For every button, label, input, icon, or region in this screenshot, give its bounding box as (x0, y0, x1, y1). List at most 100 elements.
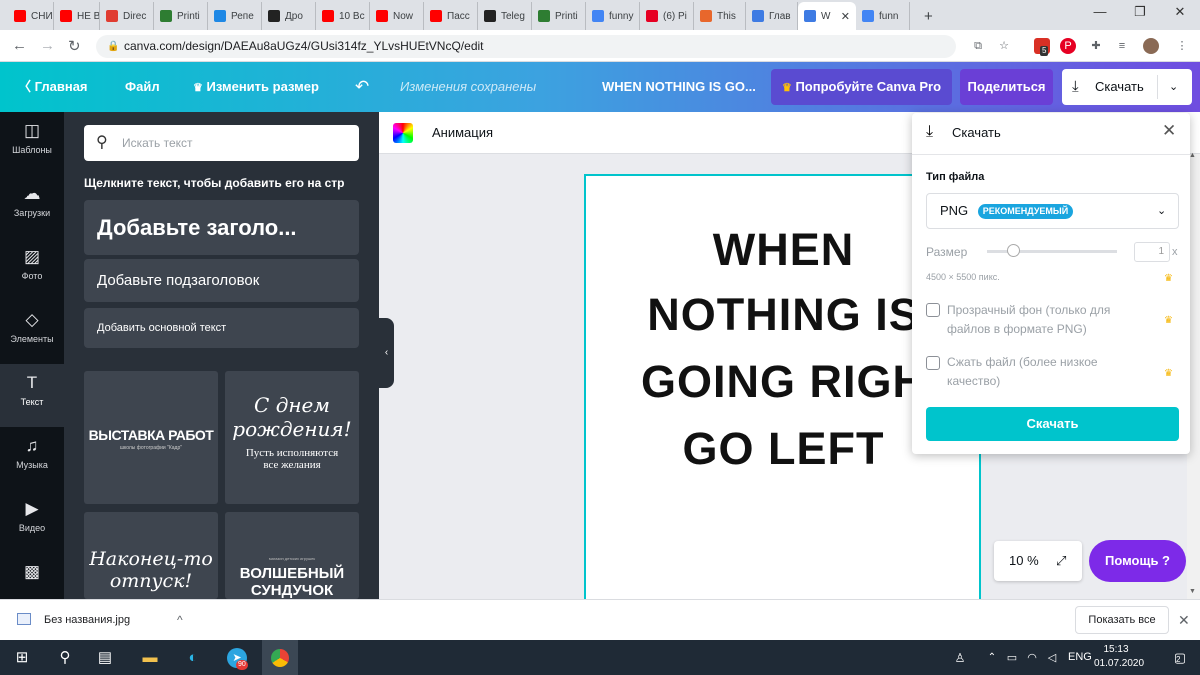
browser-tab[interactable]: funny (586, 2, 640, 30)
folder-icon[interactable]: ▬ (140, 648, 160, 668)
edge-icon[interactable]: ◐ (183, 648, 203, 668)
chevron-up-icon[interactable]: ^ (177, 600, 183, 640)
file-type-select[interactable]: PNG РЕКОМЕНДУЕМЫЙ ⌄ (926, 193, 1179, 229)
puzzle-icon[interactable]: ✚ (1088, 38, 1104, 54)
search-text-input[interactable]: ⚲ Искать текст (84, 125, 359, 161)
rail-item-upload-cloud[interactable]: ☁ Загрузки (0, 175, 64, 238)
collapse-panel-button[interactable]: ‹ (379, 318, 394, 388)
close-shelf-icon[interactable]: ✕ (1178, 600, 1190, 640)
card-subtitle: все желания (263, 459, 321, 471)
speaker-icon[interactable]: ◁ (1042, 648, 1062, 668)
browser-tab[interactable]: Пасс (424, 2, 478, 30)
text-template-card[interactable]: С днем рождения! Пусть исполняются все ж… (225, 371, 359, 504)
animation-icon[interactable] (393, 123, 413, 143)
kebab-menu-icon[interactable]: ⋮ (1174, 38, 1190, 54)
transparent-bg-checkbox[interactable] (926, 303, 940, 317)
tab-label: 10 Вс (339, 10, 365, 22)
close-tab-icon[interactable]: ✕ (841, 10, 850, 23)
maximize-icon[interactable]: ❐ (1120, 4, 1160, 20)
chrome-icon (271, 649, 289, 668)
reading-list-icon[interactable]: ≡ (1114, 38, 1130, 54)
download-confirm-button[interactable]: Скачать (926, 407, 1179, 441)
search-icon[interactable]: ⚲ (55, 648, 75, 668)
zoom-value: 10 % (1009, 553, 1039, 568)
share-page-icon[interactable]: ⧉ (970, 38, 986, 54)
people-icon[interactable]: ♙ (950, 648, 970, 668)
browser-tab[interactable]: Дро (262, 2, 316, 30)
rail-item-text-t[interactable]: T Текст (0, 364, 64, 427)
notifications-icon[interactable]: ▢ 2 (1170, 648, 1190, 668)
add-subheading-button[interactable]: Добавьте подзаголовок (84, 259, 359, 302)
help-button[interactable]: Помощь ? (1089, 540, 1186, 582)
add-heading-button[interactable]: Добавьте заголо... (84, 200, 359, 255)
animation-button[interactable]: Анимация (432, 112, 493, 154)
home-button[interactable]: 〈 Главная (18, 62, 88, 112)
more-apps-icon[interactable]: ▩ (0, 553, 64, 599)
share-button[interactable]: Поделиться (960, 69, 1053, 105)
rail-item-music-note[interactable]: ♫ Музыка (0, 427, 64, 490)
reload-icon[interactable]: ↻ (68, 37, 81, 55)
show-all-button[interactable]: Показать все (1075, 606, 1169, 634)
compress-label: Сжать файл (более низкое качество) (947, 355, 1098, 388)
minimize-icon[interactable]: — (1080, 4, 1120, 19)
browser-tab[interactable]: Now (370, 2, 424, 30)
text-template-card[interactable]: Наконец-то отпуск! (84, 512, 218, 599)
rail-item-video[interactable]: ▶ Видео (0, 490, 64, 553)
compress-checkbox[interactable] (926, 356, 940, 370)
add-body-text-button[interactable]: Добавить основной текст (84, 308, 359, 348)
try-pro-button[interactable]: ♛ Попробуйте Canva Pro (771, 69, 952, 105)
browser-tab[interactable]: Глав (746, 2, 798, 30)
browser-tab[interactable]: Printi (532, 2, 586, 30)
rail-item-layout[interactable]: ◫ Шаблоны (0, 112, 64, 175)
chrome-taskbar-button[interactable] (262, 640, 298, 675)
profile-avatar[interactable] (1143, 38, 1159, 54)
extension-badge-icon[interactable]: 5 (1034, 38, 1050, 56)
text-template-card[interactable]: ВЫСТАВКА РАБОТ школы фотографии "Кадр" (84, 371, 218, 504)
close-icon[interactable]: ✕ (1162, 121, 1176, 141)
browser-tab[interactable]: Direc (100, 2, 154, 30)
size-input[interactable]: 1 (1134, 242, 1170, 262)
file-menu-button[interactable]: Файл (125, 62, 160, 112)
slider-handle[interactable] (1007, 244, 1020, 257)
task-view-icon[interactable]: ▤ (95, 648, 115, 668)
rail-item-shapes[interactable]: ◇ Элементы (0, 301, 64, 364)
scroll-down-icon[interactable]: ▼ (1189, 588, 1196, 595)
browser-tab[interactable]: (6) Pi (640, 2, 694, 30)
wifi-icon[interactable]: ◠ (1022, 648, 1042, 668)
resize-button[interactable]: ♛ Изменить размер (193, 62, 319, 112)
browser-tab[interactable]: СНИ (8, 2, 54, 30)
pinterest-extension-icon[interactable]: P (1060, 38, 1076, 54)
new-tab-button[interactable]: + (918, 2, 942, 30)
forward-icon[interactable]: → (40, 37, 55, 54)
browser-tab[interactable]: НЕ В (54, 2, 100, 30)
expand-icon[interactable]: ⤢ (1056, 541, 1066, 581)
browser-tab[interactable]: Printi (154, 2, 208, 30)
tray-chevron-icon[interactable]: ⌃ (982, 648, 1002, 668)
browser-tab[interactable]: W ✕ (798, 2, 856, 30)
card-subtitle: школы фотографии "Кадр" (119, 445, 183, 451)
browser-tab[interactable]: Teleg (478, 2, 532, 30)
battery-icon[interactable]: ▭ (1002, 648, 1022, 668)
download-button[interactable]: ⤓ Скачать ⌄ (1062, 69, 1192, 105)
browser-tab[interactable]: funn (856, 2, 910, 30)
browser-tab[interactable]: 10 Вс (316, 2, 370, 30)
back-icon[interactable]: ← (12, 37, 27, 54)
scroll-up-icon[interactable]: ▲ (1189, 152, 1196, 159)
zoom-control[interactable]: 10 % ⤢ (994, 541, 1082, 581)
windows-start-icon[interactable]: ⊞ (12, 648, 32, 668)
undo-icon[interactable]: ↶ (355, 62, 369, 112)
downloaded-file-name[interactable]: Без названия.jpg (44, 600, 130, 640)
input-language[interactable]: ENG (1068, 640, 1092, 675)
clock[interactable]: 15:13 01.07.2020 (1094, 643, 1144, 671)
browser-tab[interactable]: This (694, 2, 746, 30)
chevron-down-icon[interactable]: ⌄ (1169, 69, 1178, 105)
bookmark-star-icon[interactable]: ☆ (996, 38, 1012, 54)
url-input[interactable]: 🔒 canva.com/design/DAEAu8aUGz4/GUsi314fz… (96, 35, 956, 58)
design-title[interactable]: WHEN NOTHING IS GO... (602, 62, 756, 112)
close-window-icon[interactable]: ✕ (1160, 4, 1200, 20)
rail-item-image[interactable]: ▨ Фото (0, 238, 64, 301)
telegram-icon[interactable]: ➤ 90 (227, 648, 248, 670)
browser-tab[interactable]: Репе (208, 2, 262, 30)
divider (912, 154, 1190, 155)
text-template-card[interactable]: магазин детских игрушек ВОЛШЕБНЫЙ СУНДУЧ… (225, 512, 359, 599)
